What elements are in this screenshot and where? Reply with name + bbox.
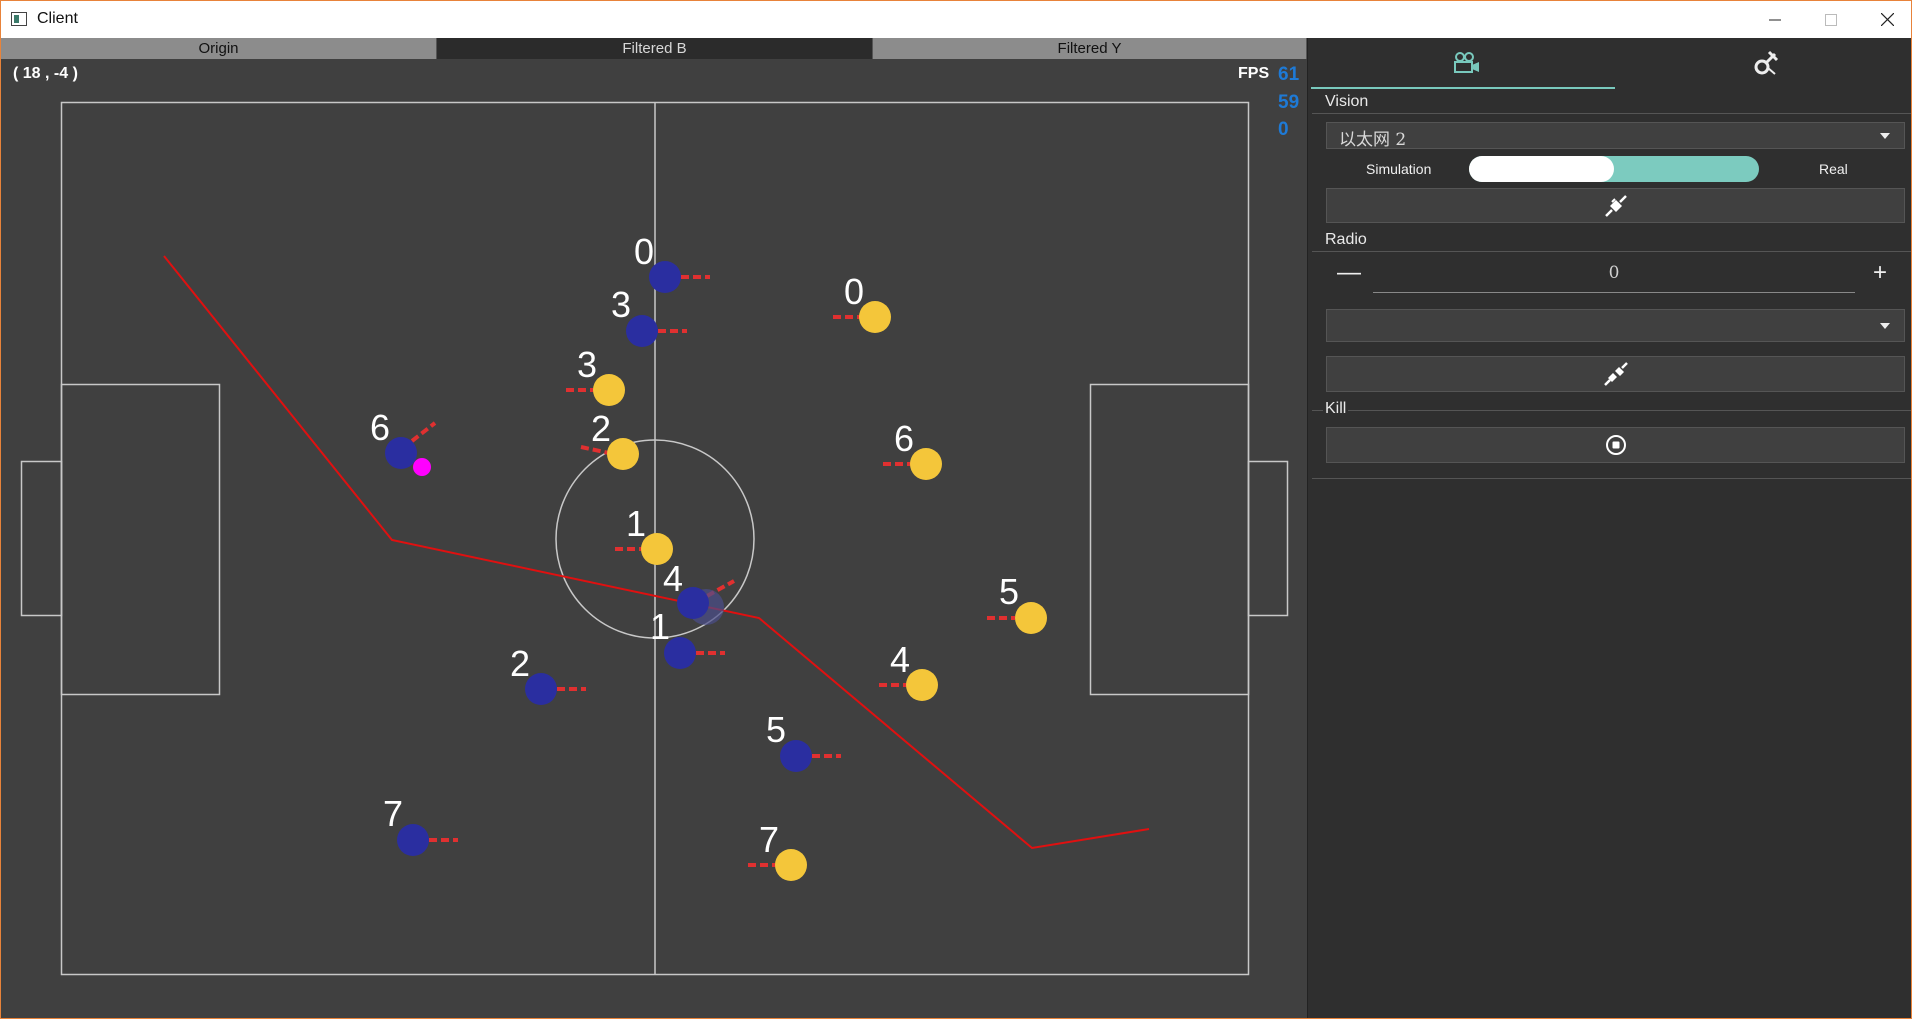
blue-robot-5[interactable]: 5 [766,709,841,772]
real-label: Real [1819,161,1848,177]
client-window: Client Origin Filtered B Filtered Y 0 3 … [0,0,1912,1019]
plug-connected-icon [1604,194,1627,217]
vision-section-label: Vision [1323,93,1371,111]
blue-robot-id: 6 [370,407,390,448]
yellow-robot-1[interactable]: 1 [615,503,673,565]
yellow-robot-3[interactable]: 3 [566,344,625,406]
kill-section-label: Kill [1323,400,1349,418]
blue-robot-id: 7 [383,793,403,834]
right-penalty-area [1089,383,1250,696]
yellow-robot-id: 7 [759,819,779,860]
yellow-robot-id: 3 [577,344,597,385]
chevron-down-icon [1880,322,1890,329]
close-icon [1880,13,1894,26]
kill-section-line [1312,410,1911,411]
vision-connect-button[interactable] [1326,188,1905,223]
close-button[interactable] [1859,1,1911,38]
vision-interface-select[interactable]: 以太网 2 [1326,122,1905,150]
chevron-down-icon [1880,132,1890,139]
fps-value-2: 59 [1278,92,1300,113]
yellow-robot-2[interactable]: 2 [580,408,639,470]
blue-robot-2[interactable]: 2 [510,643,586,705]
radio-connect-button[interactable] [1326,356,1905,392]
fps-value-1: 61 [1278,64,1300,85]
yellow-robot-id: 5 [999,571,1019,612]
minimize-button[interactable] [1747,1,1803,38]
radio-stepper-underline [1373,292,1855,293]
blue-robot-4[interactable]: 4 [663,558,735,625]
blue-robot-id: 1 [650,606,670,647]
minimize-icon [1769,19,1781,20]
yellow-robot-4[interactable]: 4 [879,639,938,701]
tab-tools[interactable] [1616,38,1911,88]
stop-circle-icon [1605,435,1626,455]
blue-robot-3[interactable]: 3 [611,284,687,347]
vision-interface-value: 以太网 2 [1339,130,1407,150]
radio-increment-button[interactable]: + [1865,259,1895,287]
right-goal [1247,460,1289,617]
yellow-robot-7[interactable]: 7 [748,819,807,881]
blue-robot-id: 0 [634,231,654,272]
blue-robot-id: 5 [766,709,786,750]
left-goal [20,460,63,617]
radio-section-label: Radio [1323,231,1369,249]
fps-value-3: 0 [1278,119,1289,140]
yellow-robot-id: 4 [890,639,910,680]
radio-section-line [1312,251,1911,252]
left-penalty-area [60,383,221,696]
field-canvas[interactable]: 0 3 6 4 1 2 5 7 0 3 2 1 6 5 4 7 [1,1,1307,1018]
yellow-robot-id: 6 [894,418,914,459]
simulation-real-toggle[interactable] [1469,156,1759,182]
radio-port-select[interactable] [1326,309,1905,342]
cursor-coordinate: ( 18 , -4 ) [13,65,78,82]
tools-icon [1754,50,1779,75]
ball[interactable] [413,458,431,476]
blue-robot-0[interactable]: 0 [634,231,710,293]
kill-button[interactable] [1326,427,1905,463]
yellow-robot-id: 0 [844,271,864,312]
yellow-robot-id: 2 [591,408,611,449]
radio-channel-value[interactable]: 0 [1373,263,1855,283]
blue-robot-id: 4 [663,558,683,599]
tab-vision-radio[interactable] [1316,38,1616,88]
vision-section-line [1312,113,1911,114]
active-tab-indicator [1311,87,1615,89]
plug-disconnected-icon [1603,362,1628,386]
blue-robot-id: 2 [510,643,530,684]
simulation-label: Simulation [1366,161,1432,177]
fps-label: FPS [1238,65,1270,82]
blue-robot-7[interactable]: 7 [383,793,458,856]
blue-robot-id: 3 [611,284,631,325]
control-panel [1307,38,1911,1018]
toggle-knob [1469,156,1614,182]
yellow-robot-5[interactable]: 5 [987,571,1047,634]
radio-decrement-button[interactable]: — [1334,259,1364,287]
yellow-robot-id: 1 [626,503,646,544]
video-camera-icon [1454,52,1479,73]
yellow-robot-6[interactable]: 6 [883,418,942,480]
panel-bottom-line [1312,478,1911,479]
maximize-button[interactable] [1803,1,1859,38]
yellow-robot-0[interactable]: 0 [833,271,891,333]
maximize-icon [1825,13,1837,26]
